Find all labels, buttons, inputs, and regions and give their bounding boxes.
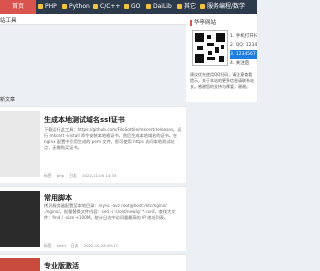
list-item: 1. 手机打开扫二: [230, 34, 257, 39]
qr-code: [192, 30, 228, 66]
menu-icon: [124, 4, 129, 9]
nav-item-label: C/C++: [100, 3, 121, 10]
post-meta: 标签 shell 日志 2022-10-28 09:17: [44, 243, 182, 249]
nav-item-label: GO: [131, 3, 141, 10]
nav-item-home[interactable]: 首页: [0, 0, 36, 14]
post-card: 专业版激活: [0, 254, 186, 271]
nav-item-cpp[interactable]: C/C++: [93, 0, 120, 14]
sub-header: 站工具: [0, 14, 186, 25]
menu-icon: [177, 4, 182, 9]
section-title: 新文章: [0, 97, 16, 103]
list-item: 2. QQ: 1234567: [230, 43, 257, 48]
post-thumbnail: [0, 258, 40, 271]
sidebar-widget: 华亭网站 1. 手机打开扫二 2. QQ: 1234567 3. 1234567…: [186, 14, 257, 102]
menu-icon: [62, 4, 67, 9]
post-thumbnail: [0, 111, 40, 177]
nav-item-other[interactable]: 其它: [177, 0, 196, 14]
post-title[interactable]: 生成本地测试域名ssl证书: [44, 115, 125, 125]
nav-item-label: DaiLib: [153, 3, 172, 10]
post-card: 生成本地测试域名ssl证书 下载运行此工具：https://github.com…: [0, 106, 186, 183]
nav-item-dailib[interactable]: DaiLib: [146, 0, 172, 14]
nav-item-python[interactable]: Python: [62, 0, 90, 14]
sub-header-title: 站工具: [0, 18, 17, 24]
tag-label: 标签: [44, 243, 52, 248]
tag-link[interactable]: shell: [57, 243, 66, 248]
nav-item-go[interactable]: GO: [124, 0, 140, 14]
post-excerpt: 拷贝服务器配置至本地目录：rsync -avz root@host:/etc/n…: [44, 203, 176, 220]
post-excerpt: 下载运行此工具：https://github.com/FiloSottile/m…: [44, 127, 182, 150]
tag-link[interactable]: php: [57, 173, 64, 178]
nav-item-label: 其它: [184, 3, 197, 10]
menu-icon: [200, 4, 205, 9]
menu-icon: [38, 4, 43, 9]
top-nav: 首页 PHP Python C/C++ GO DaiLib 其它 服务编程/数学: [0, 0, 257, 14]
menu-icon: [146, 4, 151, 9]
post-date: 2022-11-05 14:33: [82, 173, 117, 178]
tag-label: 标签: [44, 173, 52, 178]
post-meta: 标签 php 日志 2022-11-05 14:33: [44, 173, 182, 179]
nav-item-label: 首页: [12, 3, 25, 10]
sidebar-list: 1. 手机打开扫二 2. QQ: 1234567 3. 1234567 4. 关…: [230, 32, 257, 68]
post-date: 2022-10-28 09:17: [83, 243, 118, 248]
nav-item-label: PHP: [45, 3, 57, 10]
list-item: 4. 关注后: [230, 61, 250, 66]
menu-icon: [93, 4, 98, 9]
nav-item-php[interactable]: PHP: [38, 0, 57, 14]
nav-item-service[interactable]: 服务编程/数学: [200, 0, 245, 14]
category-label: 日志: [69, 173, 77, 178]
category-label: 日志: [70, 243, 79, 248]
post-title[interactable]: 常用脚本: [44, 193, 72, 203]
post-thumbnail: [0, 191, 40, 247]
post-card: 常用脚本 拷贝服务器配置至本地目录：rsync -avz root@host:/…: [0, 186, 186, 251]
list-item[interactable]: 3. 1234567: [230, 50, 257, 59]
title-accent: [190, 19, 192, 26]
nav-item-label: Python: [69, 3, 90, 10]
sidebar-description: 建议优先使用QQ扫码，请注意查看提示，关于本站的更多信息请联系站长。感谢您的支持…: [190, 72, 254, 89]
sidebar-title: 华亭网站: [190, 18, 216, 26]
nav-item-label: 服务编程/数学: [207, 3, 246, 10]
sidebar-title-text: 华亭网站: [194, 20, 217, 26]
